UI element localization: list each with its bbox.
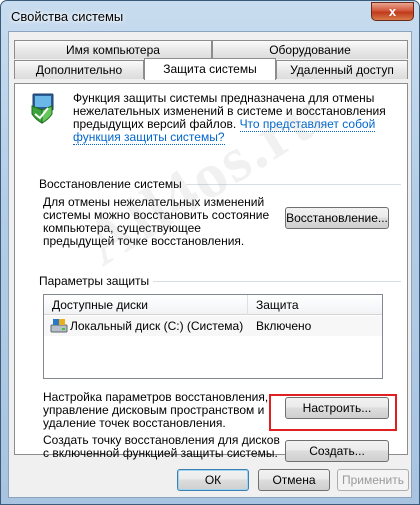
cancel-button[interactable]: Отмена — [258, 469, 330, 491]
tab-computer-name[interactable]: Имя компьютера — [14, 40, 212, 59]
tab-row-top: Имя компьютера Оборудование — [14, 40, 408, 59]
title-bar[interactable]: Свойства системы x — [1, 1, 419, 31]
intro-text-block: Функция защиты системы предназначена для… — [73, 92, 403, 145]
apply-button[interactable]: Применить — [337, 469, 409, 491]
column-protection[interactable]: Защита — [256, 298, 299, 312]
drive-icon — [50, 318, 68, 334]
restore-description: Для отмены нежелательных изменений систе… — [43, 195, 270, 248]
system-restore-button[interactable]: Восстановление... — [285, 207, 389, 229]
tab-hardware[interactable]: Оборудование — [212, 40, 408, 59]
configure-description: Настройка параметров восстановления, упр… — [43, 390, 269, 430]
disk-name: Локальный диск (C:) (Система) — [70, 319, 244, 333]
drives-list-header: Доступные диски Защита — [44, 295, 382, 315]
protection-group-title: Параметры защиты — [39, 274, 154, 288]
create-restore-point-button[interactable]: Создать... — [285, 440, 389, 462]
tab-row-bottom: Дополнительно Защита системы Удаленный д… — [14, 58, 408, 80]
tab-advanced[interactable]: Дополнительно — [14, 60, 144, 79]
shield-computer-icon — [29, 92, 55, 124]
system-properties-window: Свойства системы x Имя компьютера Оборуд… — [0, 0, 420, 505]
close-icon: x — [388, 4, 397, 19]
protection-status: Включено — [256, 319, 312, 333]
create-description: Создать точку восстановления для дисков … — [43, 433, 280, 460]
tab-system-protection[interactable]: Защита системы — [144, 58, 276, 80]
tab-remote[interactable]: Удаленный доступ — [276, 60, 408, 79]
highlight-frame — [269, 394, 397, 431]
column-separator[interactable] — [247, 295, 248, 315]
close-button[interactable]: x — [371, 2, 414, 21]
list-item[interactable]: Локальный диск (C:) (Система) Включено — [44, 316, 382, 336]
window-title: Свойства системы — [11, 9, 124, 24]
restore-group-title: Восстановление системы — [39, 177, 186, 191]
drives-list[interactable]: Доступные диски Защита Локальный диск (C… — [43, 294, 383, 379]
column-available-disks[interactable]: Доступные диски — [52, 298, 148, 312]
ok-button[interactable]: ОК — [177, 469, 249, 491]
